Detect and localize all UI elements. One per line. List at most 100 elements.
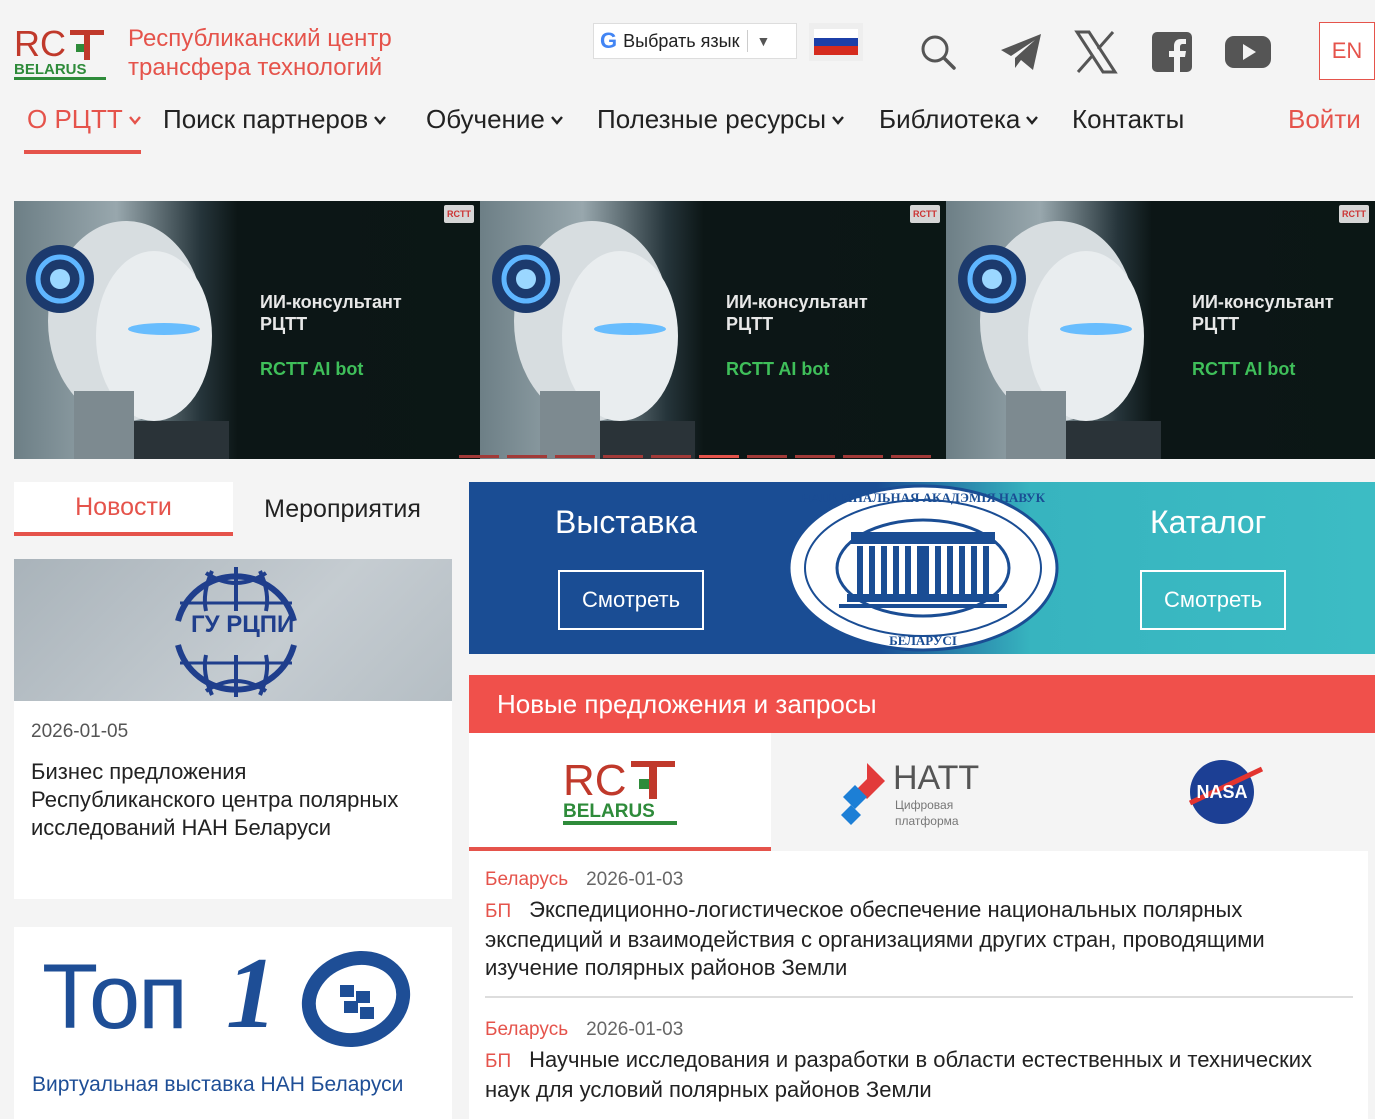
nav-item-education[interactable]: Обучение <box>426 104 563 135</box>
nav-item-resources[interactable]: Полезные ресурсы <box>597 104 844 135</box>
carousel-dot[interactable] <box>890 455 931 458</box>
slide-title: ИИ-консультант РЦТТ <box>726 291 868 335</box>
nasa-text: NASA <box>1196 782 1247 802</box>
carousel-dot[interactable] <box>842 455 883 458</box>
natt-sub1: Цифровая <box>895 798 953 812</box>
exhibition-heading: Выставка <box>555 504 697 540</box>
nav-item-label: Поиск партнеров <box>163 104 369 134</box>
nav-item-about[interactable]: О РЦТТ <box>27 104 141 135</box>
svg-text:BELARUS: BELARUS <box>14 61 87 78</box>
tab-events[interactable]: Мероприятия <box>233 482 452 536</box>
carousel-slide[interactable]: RCTT ИИ-консультант РЦТТ RCTT AI bot <box>946 201 1375 459</box>
chevron-down-icon <box>374 115 387 125</box>
robot-image <box>958 221 1161 459</box>
slide-title-line2: РЦТТ <box>260 314 308 334</box>
slide-title-line1: ИИ-консультант <box>260 292 402 312</box>
news-title[interactable]: Бизнес предложения Республиканского цент… <box>31 758 431 842</box>
tab-news[interactable]: Новости <box>14 482 233 536</box>
offer-meta: Беларусь 2026-01-03 <box>485 1019 1355 1041</box>
org-name-line1: Республиканский центр <box>128 25 392 52</box>
top10-zero-icon <box>301 950 411 1048</box>
catalog-view-button[interactable]: Смотреть <box>1140 570 1286 630</box>
chevron-down-icon <box>832 115 844 125</box>
nav-item-label: О РЦТТ <box>27 104 123 134</box>
carousel-slide[interactable]: RCTT ИИ-консультант РЦТТ RCTT AI bot <box>480 201 946 459</box>
nav-item-library[interactable]: Библиотека <box>879 104 1039 135</box>
org-name[interactable]: Республиканский центр трансфера технолог… <box>128 24 392 82</box>
carousel-dot[interactable] <box>554 455 595 458</box>
news-card[interactable]: ГУ РЦПИ 2026-01-05 Бизнес предложения Ре… <box>14 559 452 899</box>
offers-list: Беларусь 2026-01-03 БП Экспедиционно-логис… <box>469 851 1368 1119</box>
nav-item-label: Полезные ресурсы <box>597 104 827 134</box>
offer-tag: БП <box>485 901 512 922</box>
rctt-logo[interactable]: RC BELARUS <box>14 22 106 80</box>
slide-title: ИИ-консультант РЦТТ <box>1192 291 1334 335</box>
tab-nasa[interactable]: NASA <box>1073 733 1375 851</box>
x-twitter-icon[interactable] <box>1070 26 1122 78</box>
offers-header: Новые предложения и запросы <box>469 675 1375 733</box>
slide-title: ИИ-консультант РЦТТ <box>260 291 402 335</box>
slide-subtitle: RCTT AI bot <box>1192 359 1296 379</box>
carousel-dot[interactable] <box>650 455 691 458</box>
tab-rctt[interactable]: RC BELARUS <box>469 733 771 851</box>
list-item[interactable]: Беларусь 2026-01-03 БП Экспедиционно-логис… <box>485 869 1355 982</box>
carousel-dot-active[interactable] <box>698 455 739 458</box>
top10-number: 1 <box>226 937 277 1050</box>
carousel-dot[interactable] <box>746 455 787 458</box>
carousel-dot[interactable] <box>794 455 835 458</box>
main-nav: О РЦТТ Поиск партнеров Обучение Полезные… <box>0 100 1375 156</box>
dropdown-arrow-icon: ▼ <box>756 33 771 49</box>
natt-sub2: платформа <box>895 814 959 828</box>
rctt-badge: RCTT <box>444 205 474 223</box>
hero-carousel[interactable]: RCTT ИИ-консультант РЦТТ RCTT AI bot RCT… <box>14 201 1375 459</box>
search-icon[interactable] <box>912 26 964 78</box>
russian-flag-icon[interactable] <box>809 23 863 61</box>
youtube-icon[interactable] <box>1222 26 1274 78</box>
translate-select[interactable]: G Выбрать язык ▼ <box>593 23 797 59</box>
catalog-heading: Каталог <box>1150 504 1267 540</box>
carousel-slide[interactable]: RCTT ИИ-консультант РЦТТ RCTT AI bot <box>14 201 480 459</box>
facebook-icon[interactable] <box>1146 26 1198 78</box>
news-image-caption: ГУ РЦПИ <box>191 611 295 638</box>
offer-date: 2026-01-03 <box>586 869 684 890</box>
site-header: RC BELARUS Республиканский центр трансфе… <box>0 0 1375 180</box>
language-en-button[interactable]: EN <box>1319 22 1375 80</box>
offer-country: Беларусь <box>485 869 569 890</box>
slide-title-line1: ИИ-консультант <box>726 292 868 312</box>
carousel-dot[interactable] <box>506 455 547 458</box>
news-image[interactable]: ГУ РЦПИ <box>14 559 452 701</box>
exhibition-catalog-banner: Выставка Смотреть НАЦЫЯНАЛЬНАЯ АКАДЭМІЯ … <box>469 482 1375 654</box>
seal-text-bottom: БЕЛАРУСІ <box>889 633 957 648</box>
top10-title: Топ <box>42 946 188 1048</box>
chevron-down-icon <box>550 115 563 125</box>
offer-tag: БП <box>485 1051 512 1072</box>
academy-seal-logo: НАЦЫЯНАЛЬНАЯ АКАДЭМІЯ НАВУК БЕЛАРУСІ <box>787 484 1059 652</box>
telegram-icon[interactable] <box>995 26 1047 78</box>
nav-active-underline <box>24 150 141 154</box>
top10-banner[interactable]: Топ 1 Виртуальная выставка НАН Беларуси <box>14 927 452 1119</box>
offer-text[interactable]: Научные исследования и разработки в обла… <box>485 1047 1312 1102</box>
org-name-line2: трансфера технологий <box>128 54 383 81</box>
svg-text:RC: RC <box>563 756 627 805</box>
rctt-logo: RC BELARUS <box>563 756 677 825</box>
nasa-logo: NASA <box>1188 760 1264 824</box>
login-link[interactable]: Войти <box>1288 104 1361 135</box>
offer-text[interactable]: Экспедиционно-логистическое обеспечение … <box>485 897 1265 980</box>
google-icon: G <box>600 28 618 53</box>
slide-subtitle: RCTT AI bot <box>260 359 364 379</box>
nav-item-partners[interactable]: Поиск партнеров <box>163 104 387 135</box>
chevron-down-icon <box>1026 115 1039 125</box>
carousel-dots <box>14 455 1375 459</box>
carousel-dot[interactable] <box>602 455 643 458</box>
exhibition-view-button[interactable]: Смотреть <box>558 570 704 630</box>
rctt-badge: RCTT <box>910 205 940 223</box>
offer-meta: Беларусь 2026-01-03 <box>485 869 1355 891</box>
seal-text-top: НАЦЫЯНАЛЬНАЯ АКАДЭМІЯ НАВУК <box>801 490 1046 505</box>
slide-title-line1: ИИ-консультант <box>1192 292 1334 312</box>
nav-item-contacts[interactable]: Контакты <box>1072 104 1184 135</box>
tab-natt[interactable]: НАТТ Цифровая платформа <box>771 733 1073 851</box>
carousel-dot[interactable] <box>458 455 499 458</box>
nav-item-label: Библиотека <box>879 104 1021 134</box>
list-item[interactable]: Беларусь 2026-01-03 БП Научные исследовани… <box>485 1019 1355 1104</box>
translate-label: Выбрать язык <box>623 30 740 51</box>
